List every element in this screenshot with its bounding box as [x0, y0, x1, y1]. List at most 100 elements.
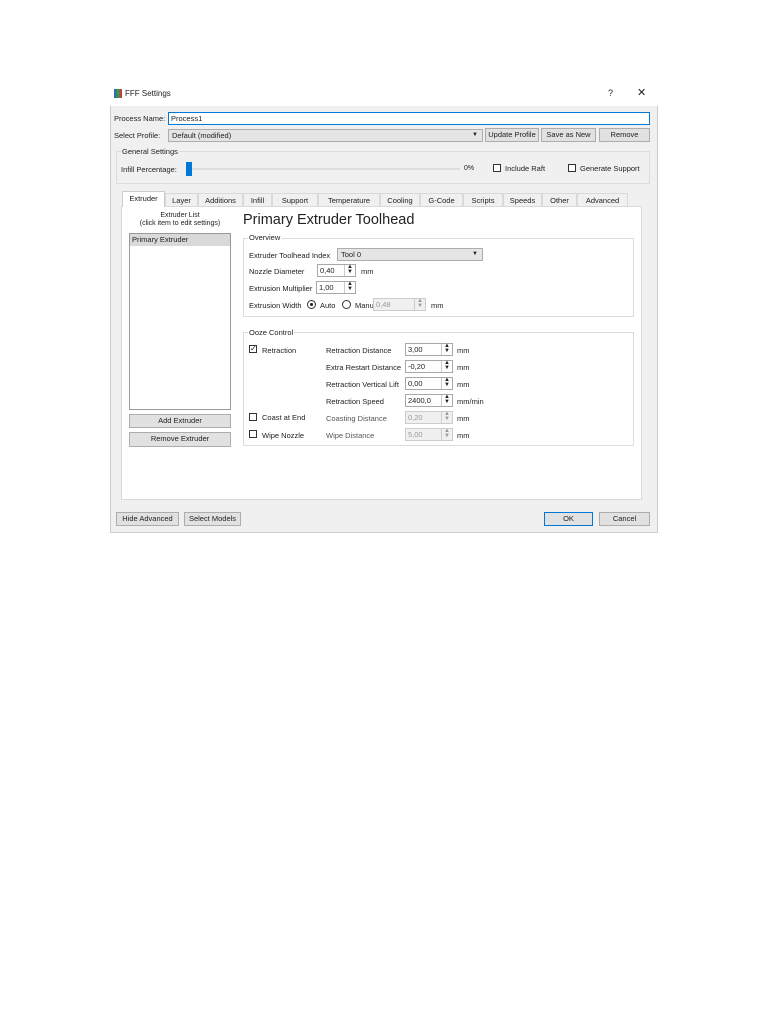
coast-at-end-label: Coast at End — [262, 413, 306, 422]
ooze-row-label: Extra Restart Distance — [326, 363, 402, 372]
add-extruder-button[interactable]: Add Extruder — [129, 414, 231, 428]
ooze-row-value: 0,20 — [408, 413, 423, 422]
coast-at-end-checkbox[interactable] — [249, 413, 257, 421]
ooze-row-spinbox[interactable]: 2400,0 ▲ ▼ — [405, 394, 453, 407]
tab-advanced[interactable]: Advanced — [577, 193, 628, 206]
ooze-row-unit: mm — [457, 363, 470, 372]
tab-temperature[interactable]: Temperature — [318, 193, 380, 206]
ooze-row-label: Retraction Vertical Lift — [326, 380, 399, 389]
infill-label: Infill Percentage: — [121, 165, 177, 174]
extruder-list-hint: (click item to edit settings) — [139, 220, 221, 227]
auto-label: Auto — [320, 301, 336, 310]
auto-radio[interactable] — [307, 300, 316, 309]
ooze-row-label: Wipe Distance — [326, 431, 375, 440]
spin-arrows-icon[interactable]: ▲ ▼ — [441, 343, 452, 355]
ooze-row-spinbox[interactable]: -0,20 ▲ ▼ — [405, 360, 453, 373]
infill-value: 0% — [464, 165, 475, 172]
ooze-control-title: Ooze Control — [248, 328, 295, 337]
close-icon[interactable]: ✕ — [637, 86, 646, 99]
general-settings-title: General Settings — [121, 147, 179, 156]
ooze-row-spinbox[interactable]: 0,00 ▲ ▼ — [405, 377, 453, 390]
ooze-row-value: 5,00 — [408, 430, 423, 439]
ooze-row-unit: mm — [457, 414, 470, 423]
remove-profile-button[interactable]: Remove — [599, 128, 650, 142]
tab-infill[interactable]: Infill — [243, 193, 272, 206]
update-profile-button[interactable]: Update Profile — [485, 128, 539, 142]
tab-support[interactable]: Support — [272, 193, 318, 206]
spin-arrows-icon[interactable]: ▲ ▼ — [441, 377, 452, 389]
process-name-input[interactable]: Process1 — [168, 112, 650, 125]
ooze-row-label: Coasting Distance — [326, 414, 387, 423]
overview-title: Overview — [248, 233, 282, 242]
include-raft-checkbox[interactable] — [493, 164, 501, 172]
spin-arrows-icon[interactable]: ▲ ▼ — [441, 360, 452, 372]
ooze-row-value: -0,20 — [408, 362, 426, 371]
help-button[interactable]: ? — [608, 88, 613, 98]
ooze-row-unit: mm — [457, 380, 470, 389]
tab-gcode[interactable]: G-Code — [420, 193, 463, 206]
spin-arrows-icon[interactable]: ▲ ▼ — [414, 298, 425, 310]
toolhead-index-label: Extruder Toolhead Index — [249, 251, 331, 260]
infill-slider-handle[interactable] — [186, 162, 192, 176]
remove-extruder-button[interactable]: Remove Extruder — [129, 432, 231, 447]
tab-other[interactable]: Other — [542, 193, 577, 206]
extruder-list[interactable] — [129, 233, 231, 410]
spin-arrows-icon[interactable]: ▲ ▼ — [344, 281, 355, 293]
cancel-button[interactable]: Cancel — [599, 512, 650, 526]
nozzle-diameter-value: 0,40 — [320, 266, 335, 275]
infill-slider-track[interactable] — [186, 168, 460, 170]
include-raft-label: Include Raft — [505, 164, 546, 173]
toolhead-index-select[interactable]: Tool 0 ▼ — [337, 248, 483, 261]
tab-speeds[interactable]: Speeds — [503, 193, 542, 206]
retraction-label: Retraction — [262, 346, 297, 355]
ooze-row-spinbox[interactable]: 3,00 ▲ ▼ — [405, 343, 453, 356]
wipe-nozzle-checkbox[interactable] — [249, 430, 257, 438]
extrusion-width-spinbox[interactable]: 0,48 ▲ ▼ — [373, 298, 426, 311]
ooze-row-spinbox[interactable]: 0,20 ▲ ▼ — [405, 411, 453, 424]
page-title: Primary Extruder Toolhead — [243, 212, 415, 228]
profile-value: Default (modified) — [172, 131, 232, 140]
process-name-label: Process Name: — [114, 114, 166, 123]
chevron-down-icon: ▼ — [472, 132, 478, 138]
tab-cooling[interactable]: Cooling — [380, 193, 420, 206]
nozzle-diameter-label: Nozzle Diameter — [249, 267, 305, 276]
spin-arrows-icon[interactable]: ▲ ▼ — [441, 394, 452, 406]
extrusion-width-label: Extrusion Width — [249, 301, 302, 310]
tab-scripts[interactable]: Scripts — [463, 193, 503, 206]
manual-radio[interactable] — [342, 300, 351, 309]
spin-arrows-icon[interactable]: ▲ ▼ — [441, 428, 452, 440]
hide-advanced-button[interactable]: Hide Advanced — [116, 512, 179, 526]
ooze-row-label: Retraction Distance — [326, 346, 392, 355]
nozzle-unit: mm — [361, 267, 374, 276]
nozzle-diameter-spinbox[interactable]: 0,40 ▲ ▼ — [317, 264, 356, 277]
extrusion-width-unit: mm — [431, 301, 444, 310]
ooze-row-unit: mm — [457, 431, 470, 440]
window-title: FFF Settings — [125, 89, 171, 98]
ok-button[interactable]: OK — [544, 512, 593, 526]
ooze-row-spinbox[interactable]: 5,00 ▲ ▼ — [405, 428, 453, 441]
spin-arrows-icon[interactable]: ▲ ▼ — [344, 264, 355, 276]
extrusion-multiplier-value: 1,00 — [319, 283, 334, 292]
generate-support-checkbox[interactable] — [568, 164, 576, 172]
ooze-row-label: Retraction Speed — [326, 397, 384, 406]
chevron-down-icon: ▼ — [472, 251, 478, 257]
extruder-list-item[interactable]: Primary Extruder — [130, 234, 230, 246]
ooze-row-value: 3,00 — [408, 345, 423, 354]
generate-support-label: Generate Support — [580, 164, 640, 173]
extrusion-multiplier-spinbox[interactable]: 1,00 ▲ ▼ — [316, 281, 356, 294]
ooze-row-value: 0,00 — [408, 379, 423, 388]
toolhead-index-value: Tool 0 — [341, 250, 362, 259]
spin-arrows-icon[interactable]: ▲ ▼ — [441, 411, 452, 423]
extruder-list-title: Extruder List — [160, 212, 200, 219]
title-bar — [110, 84, 658, 106]
profile-select[interactable]: Default (modified) ▼ — [168, 129, 483, 142]
select-models-button[interactable]: Select Models — [184, 512, 241, 526]
ooze-row-unit: mm/min — [457, 397, 484, 406]
select-profile-label: Select Profile: — [114, 131, 161, 140]
save-as-new-button[interactable]: Save as New — [541, 128, 596, 142]
tab-additions[interactable]: Additions — [198, 193, 243, 206]
retraction-checkbox[interactable]: ✓ — [249, 345, 257, 353]
tab-extruder[interactable]: Extruder — [122, 191, 165, 207]
tab-layer[interactable]: Layer — [165, 193, 198, 206]
ooze-row-unit: mm — [457, 346, 470, 355]
